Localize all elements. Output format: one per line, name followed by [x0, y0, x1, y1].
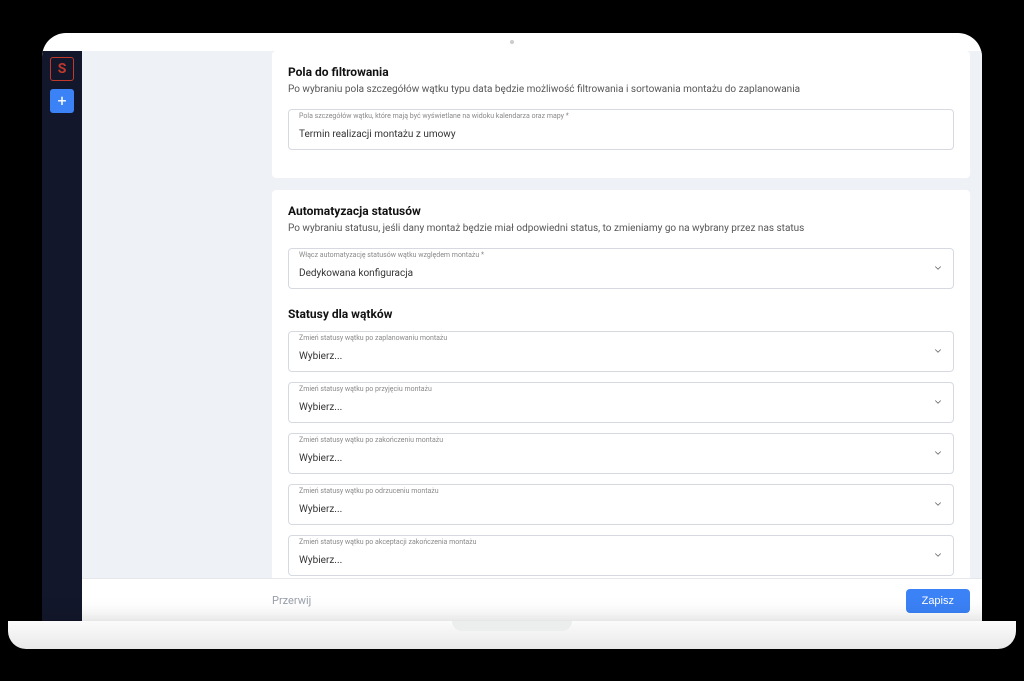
status-after-complete-select[interactable]: Zmień statusy wątku po zakończeniu monta…: [288, 433, 954, 474]
status-after-accept-select[interactable]: Zmień statusy wątku po przyjęciu montażu…: [288, 382, 954, 423]
status-after-approval-select[interactable]: Zmień statusy wątku po akceptacji zakońc…: [288, 535, 954, 576]
scroll-area[interactable]: Pola do filtrowania Po wybraniu pola szc…: [82, 51, 982, 578]
panel-title: Pola do filtrowania: [288, 65, 954, 79]
chevron-down-icon: [933, 499, 943, 509]
cancel-button[interactable]: Przerwij: [272, 594, 311, 607]
chevron-down-icon: [933, 263, 943, 273]
save-button[interactable]: Zapisz: [906, 589, 970, 613]
field-label: Włącz automatyzację statusów wątku wzglę…: [299, 251, 923, 259]
app-logo[interactable]: S: [50, 57, 74, 81]
chevron-down-icon: [933, 346, 943, 356]
field-label: Zmień statusy wątku po zakończeniu monta…: [299, 436, 923, 444]
panel-description: Po wybraniu statusu, jeśli dany montaż b…: [288, 222, 954, 236]
laptop-screen-frame: S + Pola do filtrowania Po wybraniu pola…: [42, 33, 982, 623]
chevron-down-icon: [933, 397, 943, 407]
field-value: Termin realizacji montażu z umowy: [299, 129, 456, 140]
field-value: Wybierz...: [299, 453, 342, 464]
panel-title: Automatyzacja statusów: [288, 204, 954, 218]
field-label: Zmień statusy wątku po akceptacji zakońc…: [299, 538, 923, 546]
field-value: Wybierz...: [299, 351, 342, 362]
status-after-reject-select[interactable]: Zmień statusy wątku po odrzuceniu montaż…: [288, 484, 954, 525]
field-value: Wybierz...: [299, 504, 342, 515]
field-label: Zmień statusy wątku po zaplanowaniu mont…: [299, 334, 923, 342]
laptop-base: [8, 621, 1016, 649]
sidebar: S +: [42, 51, 82, 623]
field-value: Wybierz...: [299, 555, 342, 566]
laptop-mockup: S + Pola do filtrowania Po wybraniu pola…: [8, 33, 1016, 649]
panel-description: Po wybraniu pola szczegółów wątku typu d…: [288, 83, 954, 97]
footer-action-bar: Przerwij Zapisz: [82, 578, 982, 623]
thread-statuses-title: Statusy dla wątków: [288, 307, 954, 321]
field-label: Zmień statusy wątku po przyjęciu montażu: [299, 385, 923, 393]
camera-icon: [510, 40, 514, 44]
field-value: Wybierz...: [299, 402, 342, 413]
chevron-down-icon: [933, 550, 943, 560]
status-after-planning-select[interactable]: Zmień statusy wątku po zaplanowaniu mont…: [288, 331, 954, 372]
status-automation-panel: Automatyzacja statusów Po wybraniu statu…: [272, 190, 970, 578]
laptop-notch: [452, 621, 572, 631]
field-value: Dedykowana konfiguracja: [299, 268, 413, 279]
field-label: Zmień statusy wątku po odrzuceniu montaż…: [299, 487, 923, 495]
bezel-top: [42, 33, 982, 51]
app-screen: S + Pola do filtrowania Po wybraniu pola…: [42, 51, 982, 623]
chevron-down-icon: [933, 448, 943, 458]
enable-automation-select[interactable]: Włącz automatyzację statusów wątku wzglę…: [288, 248, 954, 289]
main-column: Pola do filtrowania Po wybraniu pola szc…: [82, 51, 982, 623]
field-label: Pola szczegółów wątku, które mają być wy…: [299, 112, 923, 120]
add-button[interactable]: +: [50, 89, 74, 113]
filter-fields-panel: Pola do filtrowania Po wybraniu pola szc…: [272, 51, 970, 178]
filter-date-field-select[interactable]: Pola szczegółów wątku, które mają być wy…: [288, 109, 954, 150]
